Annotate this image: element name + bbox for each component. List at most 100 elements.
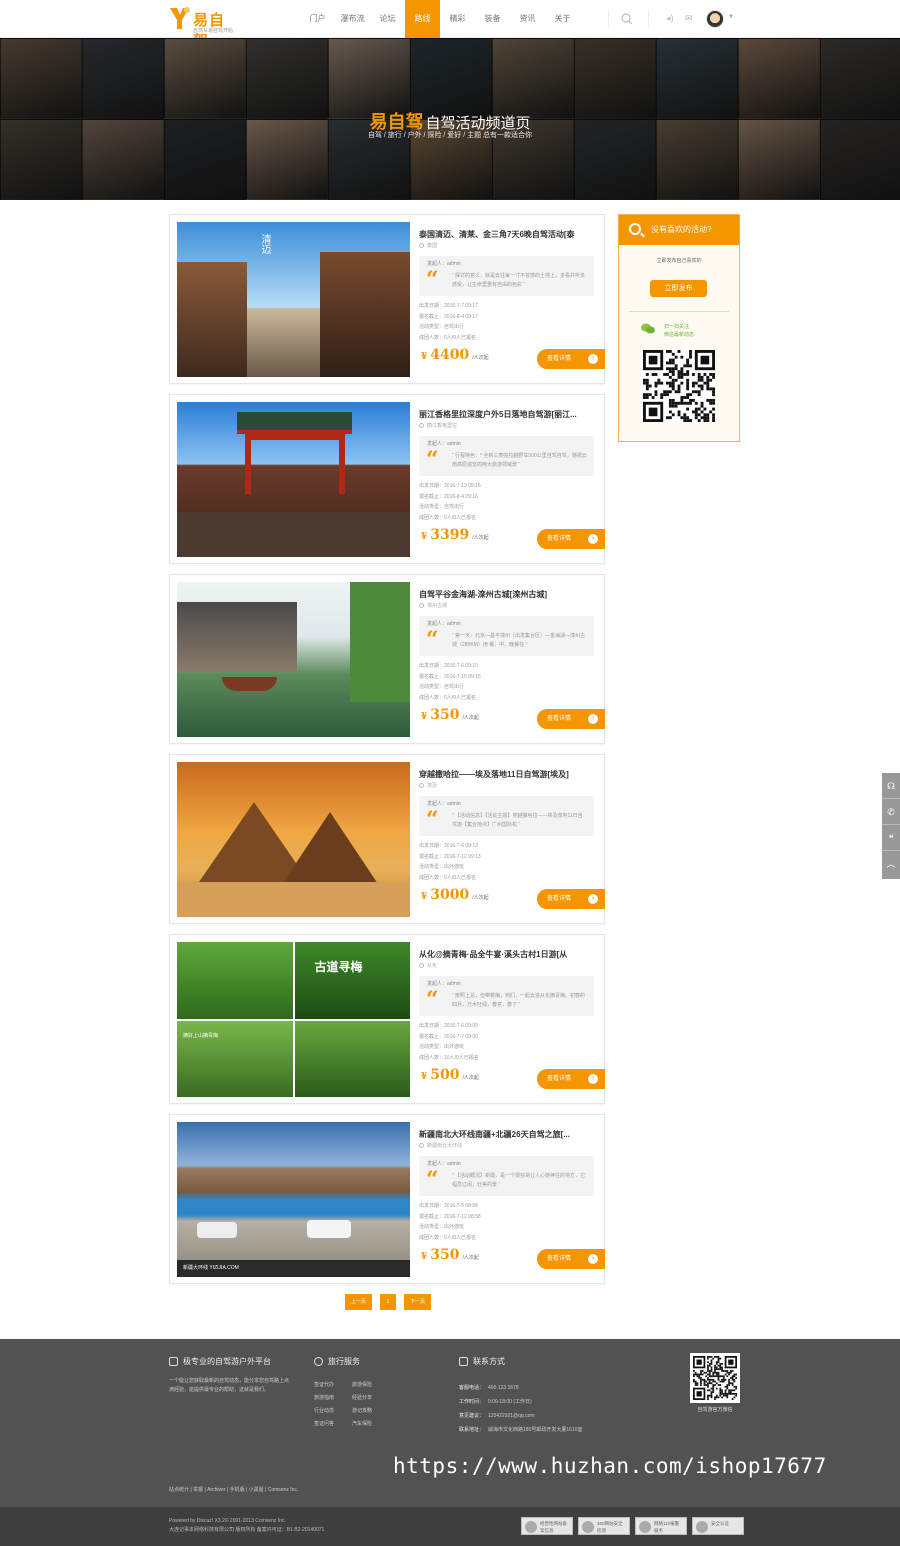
location-pin-icon <box>419 603 424 609</box>
activity-quote: 发起人：admin “ “ 【活动概况】新疆，是一个很容易让人心驰神往的地方，它… <box>419 1156 594 1196</box>
divider <box>648 10 649 28</box>
globe-icon <box>314 1357 323 1367</box>
nav-item-3[interactable]: 路线 <box>405 0 440 38</box>
nav-item-6[interactable]: 资讯 <box>510 0 545 38</box>
search-icon <box>629 223 641 235</box>
activity-location: 滦州古城 <box>419 602 447 609</box>
footer-bottom-links[interactable]: 站点统计 | 举报 | Archiver | 手机版 | 小黑屋 | Comse… <box>169 1486 298 1493</box>
footer-contact-item: 工作时间： 9:00-18:00 (工作日) <box>459 1399 532 1405</box>
activity-title[interactable]: 新疆南北大环线南疆+北疆26天自驾之旅[... <box>419 1129 599 1140</box>
publish-button[interactable]: 立即发布 <box>650 280 707 297</box>
wechat-qr-code <box>643 350 715 422</box>
view-detail-button[interactable]: 查看详情 › <box>537 1069 605 1089</box>
arrow-right-icon: › <box>588 534 598 544</box>
certification-badge[interactable]: 安全认证 <box>692 1517 744 1535</box>
activity-card[interactable]: 古道寻梅 摘好上山摘青梅 从化@摘青梅·品全牛宴·溪头古村1日游[从 从化 发起… <box>169 934 605 1104</box>
nav-item-0[interactable]: 门户 <box>300 0 335 38</box>
arrow-right-icon: › <box>588 1074 598 1084</box>
badge-icon <box>639 1521 651 1533</box>
nav-item-5[interactable]: 装备 <box>475 0 510 38</box>
activity-quote: 发起人：admin “ “ 行程特色：* 全新三菱帕拉越野车500公里自驾自驾，… <box>419 436 594 476</box>
activity-author: 发起人：admin <box>427 441 461 447</box>
activity-author: 发起人：admin <box>427 261 461 267</box>
diamond-icon <box>169 1357 178 1367</box>
activity-meta: 出发日期：2016-7-6 09:13 报名截止：2016-7-12 09:13… <box>419 843 481 881</box>
activity-card[interactable]: 穿越撒哈拉——埃及落地11日自驾游[埃及] 埃及 发起人：admin “ “ 【… <box>169 754 605 924</box>
footer-service-link[interactable]: 游记攻略 <box>352 1407 390 1414</box>
activity-title[interactable]: 从化@摘青梅·品全牛宴·溪头古村1日游[从 <box>419 949 599 960</box>
footer-service-link[interactable]: 签证代办 <box>314 1381 352 1388</box>
site-logo[interactable]: 易自驾 自驾从易自驾开始 <box>168 4 238 50</box>
activity-location: 新疆南北大环线 <box>419 1142 462 1149</box>
activity-photo[interactable] <box>177 402 410 557</box>
footer-qr-code <box>690 1353 740 1403</box>
copyright-text: Powered by Discuz! X3.2© 2001-2013 Comse… <box>169 1518 325 1533</box>
activity-price: ¥350/人次起 <box>421 1247 479 1263</box>
activity-card[interactable]: 自驾平谷金海湖-滦州古城[滦州古城] 滦州古城 发起人：admin “ “ 第一… <box>169 574 605 744</box>
divider <box>629 311 729 312</box>
activity-card[interactable]: 丽江香格里拉深度户外5日落地自驾游[丽江... 丽江香格里拉 发起人：admin… <box>169 394 605 564</box>
next-page-button[interactable]: 下一页 <box>404 1294 431 1310</box>
prev-page-button[interactable]: 上一页 <box>345 1294 372 1310</box>
arrow-right-icon: › <box>588 1254 598 1264</box>
view-detail-button[interactable]: 查看详情 › <box>537 349 605 369</box>
watermark-text: https://www.huzhan.com/ishop17677 <box>393 1454 827 1478</box>
quote-mark-icon: “ <box>426 267 439 293</box>
nav-item-7[interactable]: 关于 <box>545 0 580 38</box>
footer-service-link[interactable]: 旅游指南 <box>314 1394 352 1401</box>
activity-photo[interactable]: 新疆大环线 YIZIJIA.COM <box>177 1122 410 1277</box>
publish-panel: 没有喜欢的活动? 立即发布自己喜欢的 立即发布 扫一扫关注 微信最新动态 <box>618 214 740 442</box>
location-pin-icon <box>419 963 424 969</box>
mail-icon[interactable]: ✉ <box>685 13 693 24</box>
view-detail-button[interactable]: 查看详情 › <box>537 709 605 729</box>
activity-photo[interactable]: 清迈 <box>177 222 410 377</box>
activity-summary: “ 【活动概况】新疆，是一个很容易让人心驰神往的地方，它幅员辽阔，壮美的景 ” <box>452 1173 586 1188</box>
mail-icon <box>459 1357 468 1367</box>
banner-subtitle: 自驾 / 旅行 / 户外 / 探险 / 爱好 / 主题 总有一款适合你 <box>367 132 533 139</box>
phone-icon[interactable]: ✆ <box>882 799 900 825</box>
page-1-button[interactable]: 1 <box>380 1294 396 1310</box>
arrow-right-icon: › <box>588 894 598 904</box>
footer-service-link[interactable]: 行业动态 <box>314 1407 352 1414</box>
publish-panel-header: 没有喜欢的活动? <box>619 215 739 245</box>
activity-title[interactable]: 泰国清迈、清莱、金三角7天6晚自驾活动[泰 <box>419 229 599 240</box>
search-icon[interactable] <box>620 12 634 26</box>
nav-item-4[interactable]: 精彩 <box>440 0 475 38</box>
nav-item-1[interactable]: 瀑布流 <box>335 0 370 38</box>
copyright-bar: Powered by Discuz! X3.2© 2001-2013 Comse… <box>0 1507 900 1546</box>
user-avatar[interactable] <box>706 10 724 28</box>
footer-service-link[interactable]: 经验分享 <box>352 1394 390 1401</box>
activity-title[interactable]: 穿越撒哈拉——埃及落地11日自驾游[埃及] <box>419 769 599 780</box>
activity-title[interactable]: 自驾平谷金海湖-滦州古城[滦州古城] <box>419 589 599 600</box>
footer-service-link[interactable]: 汽车保险 <box>352 1420 390 1427</box>
headset-icon[interactable]: ☊ <box>882 773 900 799</box>
certification-badge[interactable]: 360网站安全检测 <box>578 1517 630 1535</box>
wechat-icon[interactable]: ❝ <box>882 825 900 851</box>
activity-photo[interactable] <box>177 582 410 737</box>
footer-service-links: 签证代办 旅游保险 旅游指南 经验分享 行业动态 游记攻略 签证问答 汽车保险 <box>314 1381 414 1427</box>
activity-card[interactable]: 清迈 泰国清迈、清莱、金三角7天6晚自驾活动[泰 泰国 发起人：admin “ … <box>169 214 605 384</box>
activity-quote: 发起人：admin “ “ 按照上总，但带着梅，到们，一起去进从化摘青梅。初春的… <box>419 976 594 1016</box>
footer-contact-item: 客服电话： 400 123 1678 <box>459 1385 519 1391</box>
activity-price: ¥4400/人次起 <box>421 347 489 363</box>
footer-service-link[interactable]: 旅游保险 <box>352 1381 390 1388</box>
activity-location: 丽江香格里拉 <box>419 422 457 429</box>
footer-service-link[interactable]: 签证问答 <box>314 1420 352 1427</box>
chevron-down-icon[interactable]: ▼ <box>728 14 734 20</box>
view-detail-button[interactable]: 查看详情 › <box>537 889 605 909</box>
back-to-top-icon[interactable]: ︿ <box>882 851 900 877</box>
activity-card[interactable]: 新疆大环线 YIZIJIA.COM 新疆南北大环线南疆+北疆26天自驾之旅[..… <box>169 1114 605 1284</box>
footer-contact-list: 客服电话： 400 123 1678 工作时间： 9:00-18:00 (工作日) 意见… <box>459 1381 659 1437</box>
activity-title[interactable]: 丽江香格里拉深度户外5日落地自驾游[丽江... <box>419 409 599 420</box>
activity-photo[interactable] <box>177 762 410 917</box>
quote-mark-icon: “ <box>426 987 439 1013</box>
nav-item-2[interactable]: 论坛 <box>370 0 405 38</box>
speaker-icon[interactable]: ◂) <box>666 13 674 24</box>
certification-badge[interactable]: 经营性网站备案信息 <box>521 1517 573 1535</box>
certification-badge[interactable]: 网络110报警服务 <box>635 1517 687 1535</box>
view-detail-button[interactable]: 查看详情 › <box>537 1249 605 1269</box>
activity-photo[interactable]: 古道寻梅 摘好上山摘青梅 <box>177 942 410 1097</box>
view-detail-button[interactable]: 查看详情 › <box>537 529 605 549</box>
footer-contact-item: 联系地址： 威海市文化西路180号邮政开发大厦1610室 <box>459 1427 583 1433</box>
location-pin-icon <box>419 423 424 429</box>
